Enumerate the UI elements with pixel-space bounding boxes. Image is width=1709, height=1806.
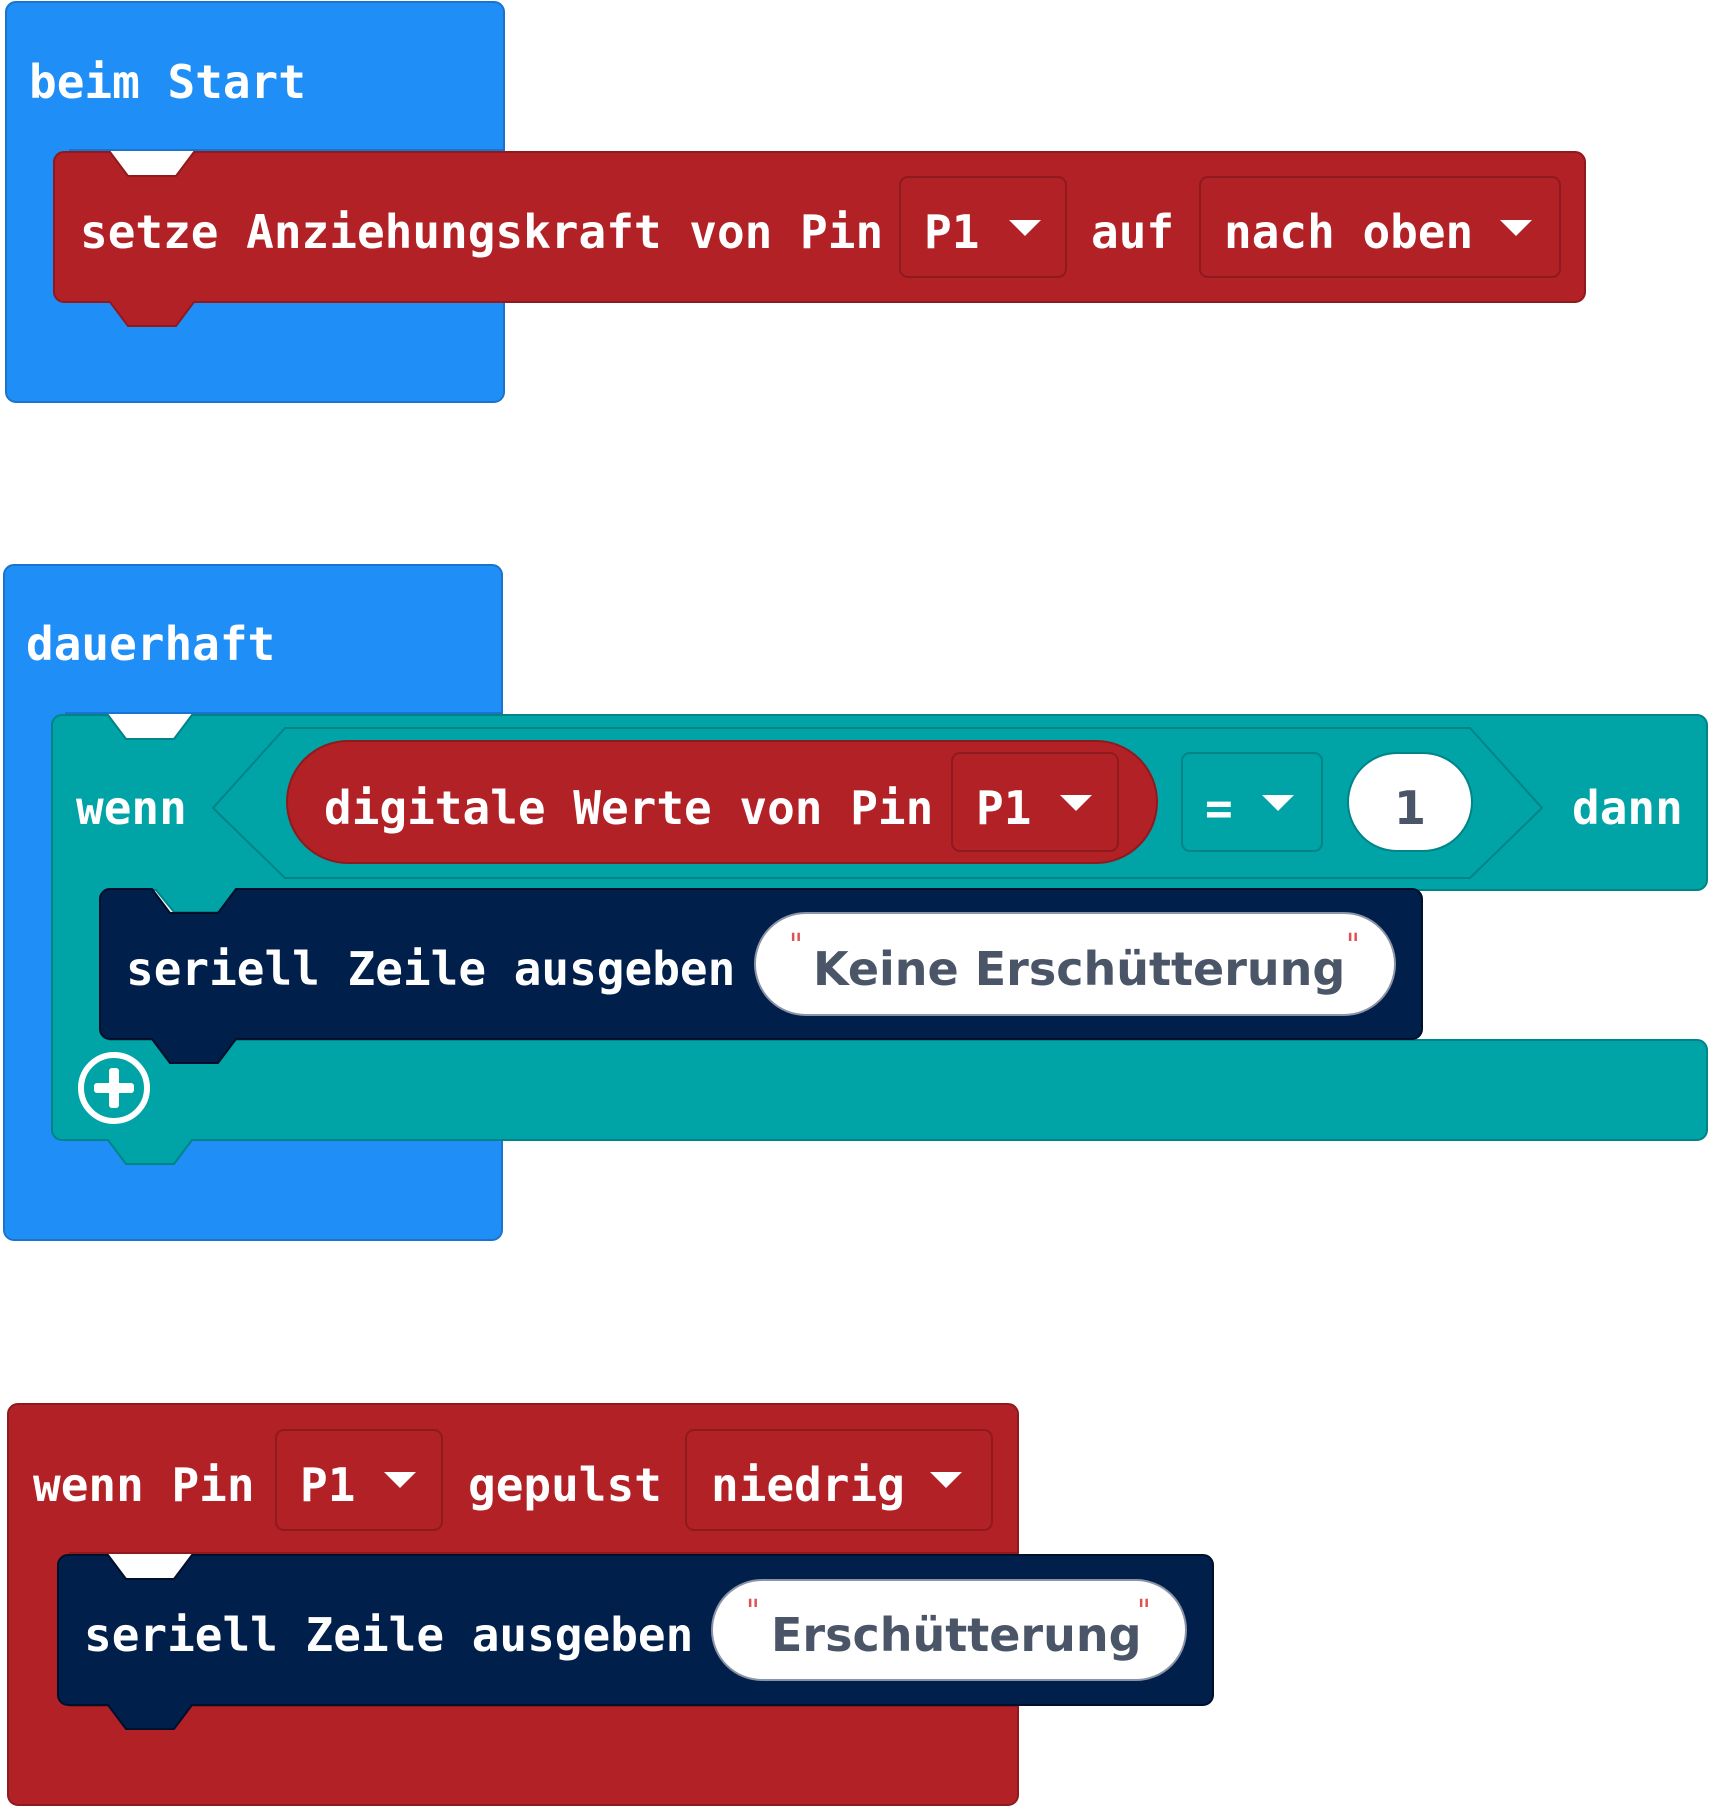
pin-dropdown[interactable]: P1 — [275, 1429, 443, 1531]
pin-dropdown-value: P1 — [300, 1458, 355, 1512]
if-label: wenn — [76, 781, 187, 835]
to-label: auf — [1091, 205, 1174, 259]
set-pull-label: setze Anziehungskraft von Pin — [80, 205, 883, 259]
digital-read-block[interactable]: digitale Werte von Pin P1 — [286, 740, 1158, 864]
set-pull-block[interactable]: setze Anziehungskraft von Pin P1 auf nac… — [53, 151, 1586, 327]
on-start-label: beim Start — [29, 55, 306, 109]
operator-dropdown[interactable]: = — [1181, 752, 1323, 852]
serial-write-line-block[interactable]: seriell Zeile ausgeben " Erschütterung " — [57, 1554, 1214, 1730]
operator-value: = — [1205, 781, 1233, 835]
pin-dropdown[interactable]: P1 — [951, 752, 1119, 852]
close-quote-icon: " — [1137, 1594, 1151, 1629]
if-block[interactable]: wenn digitale Werte von Pin P1 = 1 dann … — [51, 714, 1708, 1165]
forever-block[interactable]: dauerhaft wenn digitale Werte von Pin P1… — [3, 564, 1708, 1241]
open-quote-icon: " — [746, 1594, 760, 1629]
pulse-level-value: niedrig — [711, 1458, 905, 1512]
string-value: Keine Erschütterung — [813, 942, 1345, 996]
pin-dropdown-value: P1 — [924, 205, 979, 259]
string-value: Erschütterung — [771, 1608, 1142, 1662]
digital-read-label: digitale Werte von Pin — [324, 781, 933, 835]
number-value: 1 — [1394, 781, 1426, 835]
serial-write-line-block[interactable]: seriell Zeile ausgeben " Keine Erschütte… — [99, 888, 1423, 1064]
string-input[interactable]: " Erschütterung " — [711, 1579, 1187, 1681]
pin-dropdown[interactable]: P1 — [899, 176, 1067, 278]
then-label: dann — [1572, 781, 1683, 835]
pull-mode-value: nach oben — [1224, 205, 1473, 259]
serial-write-line-label: seriell Zeile ausgeben — [126, 942, 735, 996]
pull-mode-dropdown[interactable]: nach oben — [1199, 176, 1561, 278]
string-input[interactable]: " Keine Erschütterung " — [754, 912, 1396, 1016]
close-quote-icon: " — [1346, 928, 1360, 963]
forever-label: dauerhaft — [26, 617, 275, 671]
pin-dropdown-value: P1 — [976, 781, 1031, 835]
open-quote-icon: " — [789, 928, 803, 963]
on-pulsed-label: wenn Pin — [33, 1458, 255, 1512]
serial-write-line-label: seriell Zeile ausgeben — [84, 1608, 693, 1662]
pulse-level-dropdown[interactable]: niedrig — [685, 1429, 993, 1531]
number-input[interactable]: 1 — [1347, 752, 1473, 852]
pulsed-label: gepulst — [468, 1458, 662, 1512]
on-pulsed-block[interactable]: wenn Pin P1 gepulst niedrig seriell Zeil… — [7, 1403, 1214, 1806]
on-start-block[interactable]: beim Start setze Anziehungskraft von Pin… — [5, 1, 1586, 403]
